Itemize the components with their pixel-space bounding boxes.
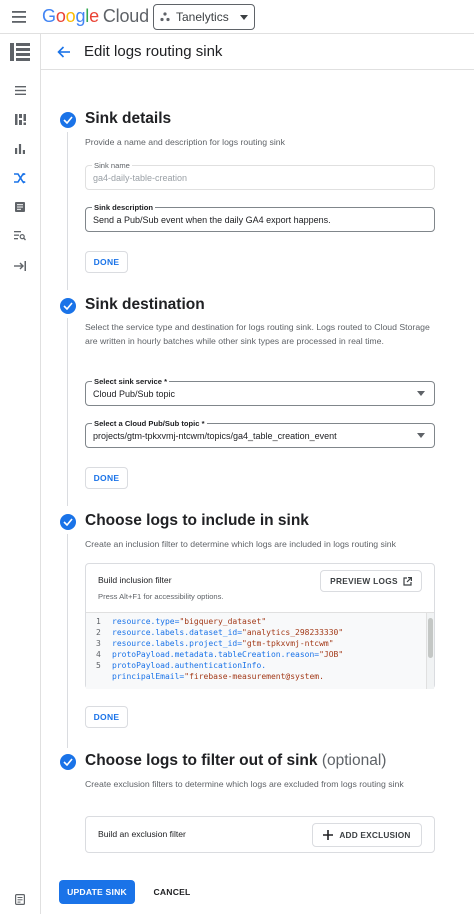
- rail-item-log-analytics[interactable]: [0, 222, 40, 250]
- page-header: Edit logs routing sink: [41, 34, 474, 70]
- update-sink-button[interactable]: UPDATE SINK: [59, 880, 135, 904]
- sink-service-value: Cloud Pub/Sub topic: [93, 389, 176, 399]
- step-complete-check-icon: [60, 754, 76, 770]
- storage-icon: [15, 202, 25, 212]
- code-line: 1 resource.type= "bigquery_dataset": [96, 617, 267, 626]
- add-exclusion-label: ADD EXCLUSION: [339, 830, 411, 840]
- step-description: Provide a name and description for logs …: [85, 137, 285, 147]
- rail-item-release-notes[interactable]: [0, 885, 40, 913]
- step-complete-check-icon: [60, 514, 76, 530]
- sink-service-label: Select sink service *: [92, 377, 170, 387]
- step-title-include-logs: Choose logs to include in sink: [85, 512, 309, 529]
- sink-description-label: Sink description: [92, 203, 156, 213]
- optional-tag: (optional): [321, 752, 387, 769]
- step-description: Create an inclusion filter to determine …: [85, 539, 396, 549]
- release-notes-icon: [15, 893, 25, 905]
- project-hierarchy-icon: [160, 12, 170, 22]
- main-menu-button[interactable]: [0, 0, 38, 34]
- rail-item-logging-home[interactable]: [0, 36, 40, 68]
- logging-logo-icon: [10, 43, 30, 61]
- rail-item-log-export[interactable]: [0, 252, 40, 280]
- bar-chart-icon: [15, 144, 25, 154]
- code-line: principalEmail= "firebase-measurement@sys…: [112, 672, 324, 681]
- step-title-exclude-logs: Choose logs to filter out of sink (optio…: [85, 752, 386, 770]
- editor-scrollbar-thumb[interactable]: [428, 618, 433, 658]
- pubsub-topic-label: Select a Cloud Pub/Sub topic *: [92, 419, 207, 429]
- rail-item-logs-explorer[interactable]: [0, 76, 40, 104]
- step-description: Select the service type and destination …: [85, 322, 430, 347]
- step-description: Create exclusion filters to determine wh…: [85, 779, 404, 789]
- page-title: Edit logs routing sink: [84, 43, 223, 60]
- code-line: 2 resource.labels.dataset_id= "analytics_2…: [96, 628, 344, 637]
- google-cloud-logo[interactable]: Google Cloud: [42, 6, 149, 27]
- step-title-sink-destination: Sink destination: [85, 296, 205, 313]
- step-connector-line: [67, 534, 68, 748]
- inclusion-filter-editor[interactable]: 1 resource.type= "bigquery_dataset" 2 resou…: [86, 612, 434, 689]
- sink-description-value[interactable]: Send a Pub/Sub event when the daily GA4 …: [93, 215, 331, 225]
- rail-item-logs-dashboard[interactable]: [0, 105, 40, 133]
- hamburger-menu-icon: [12, 10, 26, 23]
- export-arrow-icon: [14, 261, 26, 271]
- exclusion-filter-card: Build an exclusion filter ADD EXCLUSION: [85, 816, 435, 853]
- pubsub-topic-value: projects/gtm-tpkxvmj-ntcwm/topics/ga4_ta…: [93, 431, 337, 441]
- sink-name-value: ga4-daily-table-creation: [93, 173, 188, 183]
- router-shuffle-icon: [14, 172, 26, 184]
- inclusion-filter-hint: Press Alt+F1 for accessibility options.: [98, 592, 224, 601]
- step-connector-line: [67, 132, 68, 290]
- dashboard-icon: [14, 113, 26, 125]
- step-connector-line: [67, 318, 68, 506]
- side-navigation-rail: [0, 34, 41, 914]
- open-in-new-icon: [403, 576, 412, 586]
- preview-logs-button[interactable]: PREVIEW LOGS: [320, 570, 422, 592]
- sink-details-done-button[interactable]: DONE: [85, 251, 128, 273]
- include-logs-done-button[interactable]: DONE: [85, 706, 128, 728]
- exclusion-filter-title: Build an exclusion filter: [98, 829, 186, 839]
- exclude-logs-title: Choose logs to filter out of sink: [85, 752, 318, 769]
- inclusion-filter-card: Build inclusion filter Press Alt+F1 for …: [85, 563, 435, 689]
- search-list-icon: [14, 231, 26, 241]
- list-icon: [14, 85, 26, 95]
- rail-item-log-router[interactable]: [0, 164, 40, 192]
- inclusion-filter-title: Build inclusion filter: [98, 575, 172, 585]
- sink-service-select[interactable]: Select sink service * Cloud Pub/Sub topi…: [85, 377, 435, 406]
- step-complete-check-icon: [60, 298, 76, 314]
- cancel-button[interactable]: CANCEL: [145, 880, 199, 904]
- pubsub-topic-select[interactable]: Select a Cloud Pub/Sub topic * projects/…: [85, 419, 435, 448]
- code-line: 3 resource.labels.project_id= "gtm-tpkxvmj…: [96, 639, 334, 648]
- arrow-back-icon: [56, 45, 70, 58]
- preview-logs-label: PREVIEW LOGS: [330, 576, 398, 586]
- rail-item-log-based-metrics[interactable]: [0, 135, 40, 163]
- code-line: 5 protoPayload.authenticationInfo.: [96, 661, 267, 670]
- editor-scrollbar[interactable]: [426, 613, 434, 689]
- chevron-down-icon: [240, 14, 248, 20]
- step-complete-check-icon: [60, 112, 76, 128]
- sink-name-field: Sink name ga4-daily-table-creation: [85, 161, 435, 190]
- plus-icon: [323, 830, 334, 840]
- sink-name-label: Sink name: [92, 161, 132, 171]
- project-picker-button[interactable]: Tanelytics: [153, 4, 255, 30]
- sink-description-field[interactable]: Sink description Send a Pub/Sub event wh…: [85, 203, 435, 232]
- sink-destination-done-button[interactable]: DONE: [85, 467, 128, 489]
- rail-item-logs-storage[interactable]: [0, 193, 40, 221]
- dropdown-arrow-icon: [417, 391, 425, 396]
- back-button[interactable]: [44, 34, 82, 70]
- dropdown-arrow-icon: [417, 433, 425, 438]
- project-name: Tanelytics: [176, 10, 229, 24]
- top-app-bar: Google Cloud Tanelytics: [0, 0, 474, 34]
- add-exclusion-button[interactable]: ADD EXCLUSION: [312, 823, 422, 847]
- code-line: 4 protoPayload.metadata.tableCreation.rea…: [96, 650, 344, 659]
- step-title-sink-details: Sink details: [85, 110, 172, 127]
